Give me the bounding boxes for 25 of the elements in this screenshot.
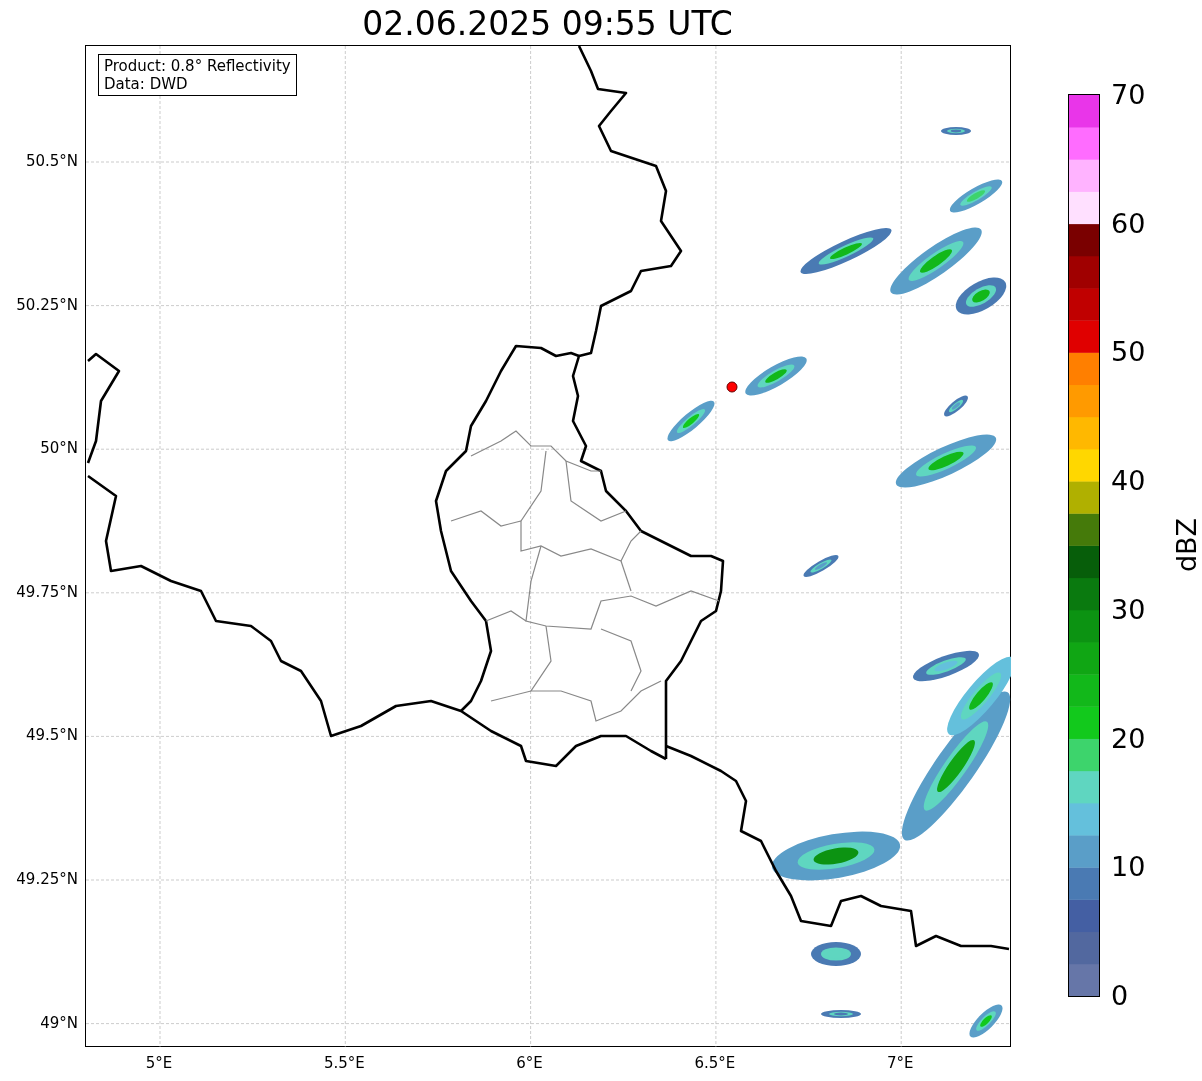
- colorbar-tick-label: 60: [1111, 208, 1146, 239]
- latitude-label: 49.75°N: [16, 581, 78, 603]
- colorbar-tick-label: 10: [1111, 852, 1146, 883]
- latitude-label: 50.25°N: [16, 294, 78, 316]
- colorbar-tick-label: 50: [1111, 337, 1146, 368]
- latitude-label: 49.5°N: [25, 725, 78, 747]
- latitude-label: 49°N: [40, 1012, 78, 1034]
- latitude-label: 50°N: [40, 437, 78, 459]
- longitude-label: 5°E: [145, 1053, 173, 1074]
- longitude-label: 7°E: [886, 1053, 914, 1074]
- longitude-label: 6°E: [516, 1053, 543, 1074]
- colorbar-tick-label: 30: [1111, 594, 1146, 625]
- colorbar-tick-label: 20: [1111, 723, 1146, 754]
- latitude-label: 49.25°N: [16, 868, 78, 890]
- info-text: Product: 0.8° Reflectivity: [104, 57, 291, 75]
- colorbar-tick-label: 0: [1111, 981, 1129, 1011]
- info-text: Data: DWD: [104, 75, 189, 93]
- colorbar-label: dBZ: [1172, 517, 1202, 573]
- colorbar-tick-label: 70: [1111, 80, 1146, 110]
- longitude-label: 5.5°E: [323, 1053, 365, 1074]
- colorbar-tick-label: 40: [1111, 466, 1146, 497]
- latitude-label: 50.5°N: [25, 150, 78, 172]
- longitude-label: 6.5°E: [694, 1053, 736, 1074]
- chart-title: 02.06.2025 09:55 UTC: [361, 4, 734, 44]
- radar-site-marker: [726, 381, 738, 393]
